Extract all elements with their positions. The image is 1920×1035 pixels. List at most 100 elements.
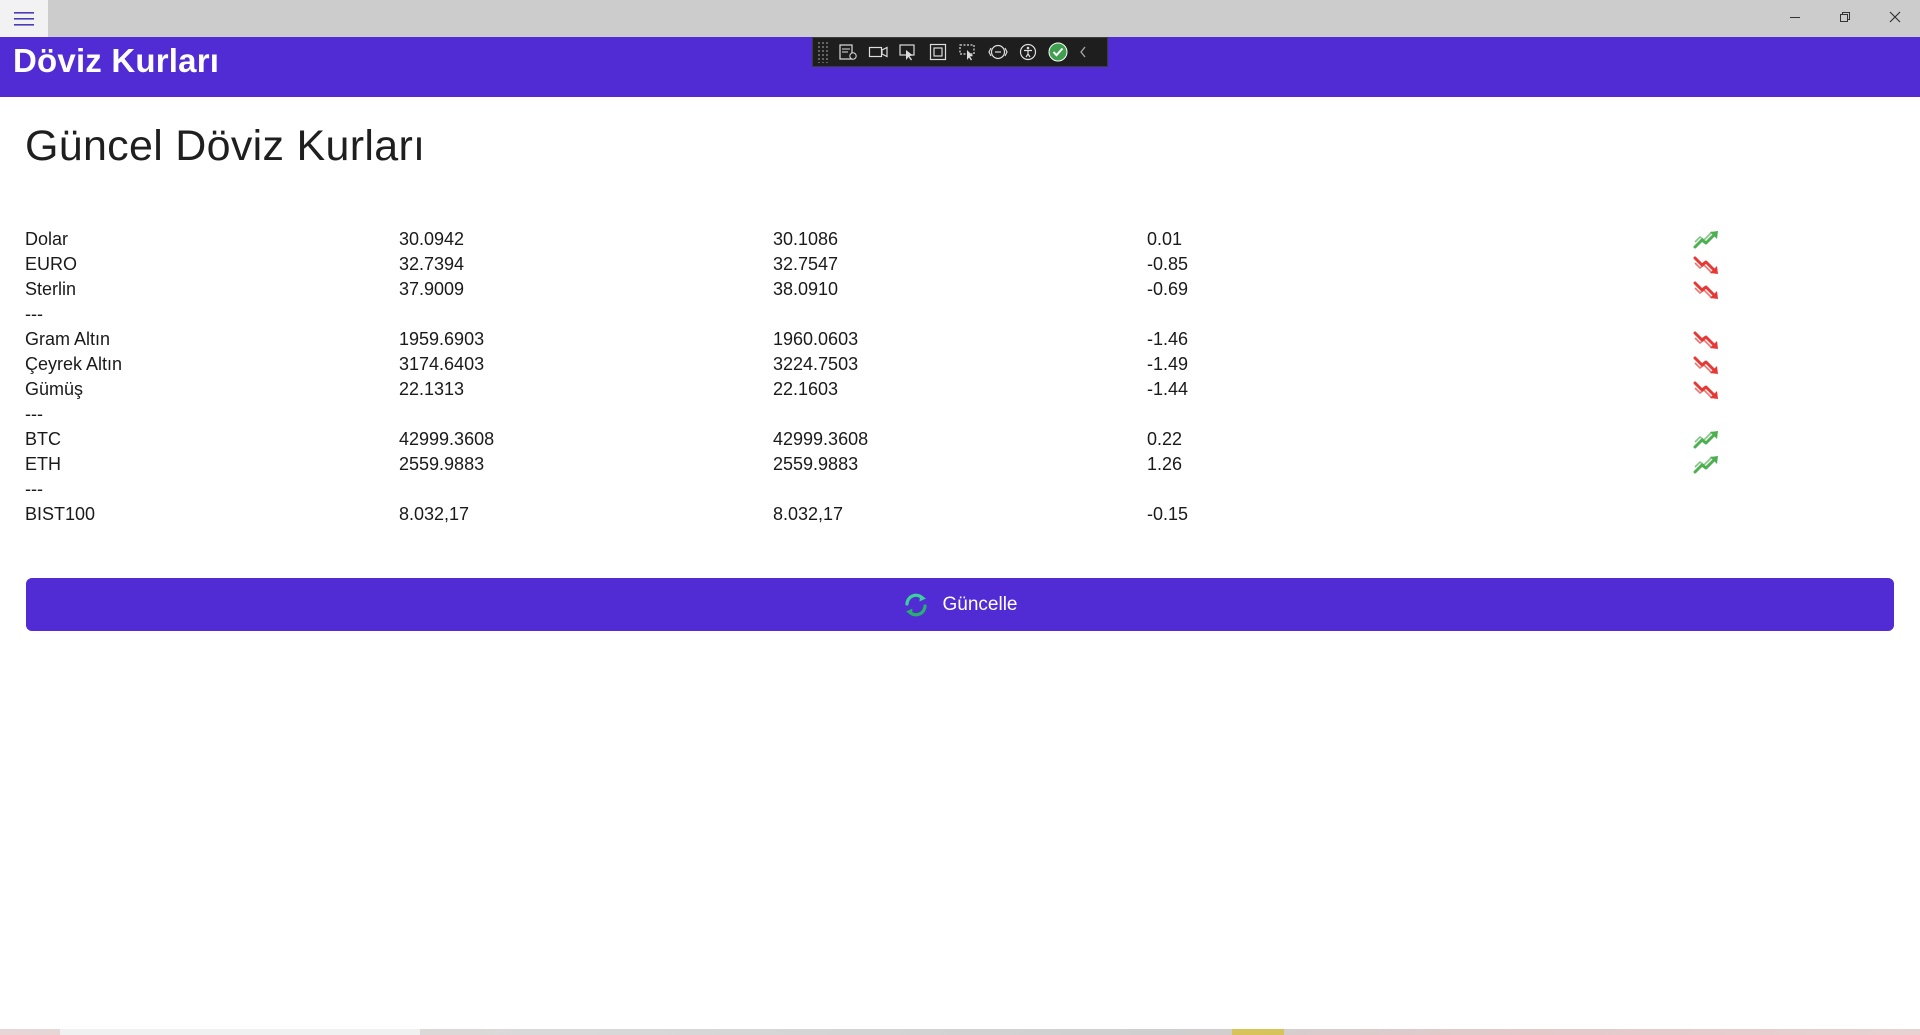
taskbar-segment	[60, 1029, 420, 1035]
rate-name: EURO	[25, 254, 78, 274]
rate-trend	[1693, 355, 1721, 375]
drag-grip-icon[interactable]	[817, 41, 829, 63]
rate-row: ETH 2559.9883 2559.9883 1.26	[25, 452, 1725, 477]
update-button-label: Güncelle	[942, 593, 1018, 615]
close-icon	[1889, 11, 1901, 22]
trend-down-icon	[1693, 356, 1718, 374]
debug-toolbar	[812, 37, 1108, 67]
display-layout-adorners-button[interactable]	[923, 39, 953, 65]
collapse-chevron-icon	[1080, 46, 1086, 58]
separator-row: ---	[25, 477, 1725, 502]
rate-buy: 42999.3608	[399, 429, 495, 449]
live-visual-tree-button[interactable]	[833, 39, 863, 65]
close-button[interactable]	[1870, 0, 1920, 33]
rate-change: -0.69	[1147, 279, 1189, 299]
rate-row: BIST100 8.032,17 8.032,17 -0.15	[25, 502, 1725, 527]
rate-trend	[1693, 505, 1721, 525]
trend-down-icon	[1693, 281, 1718, 299]
rate-row: EURO 32.7394 32.7547 -0.85	[25, 252, 1725, 277]
separator-text: ---	[25, 404, 43, 424]
trend-down-icon	[1693, 331, 1718, 349]
rate-row: Gümüş 22.1313 22.1603 -1.44	[25, 377, 1725, 402]
rate-buy: 2559.9883	[399, 454, 485, 474]
binding-failures-icon	[988, 44, 1008, 60]
display-layout-adorners-icon	[929, 43, 947, 61]
rates-table: Dolar 30.0942 30.1086 0.01 EURO 32.7394 32.754…	[25, 227, 1725, 527]
rate-buy: 3174.6403	[399, 354, 485, 374]
trend-down-icon	[1693, 381, 1718, 399]
track-focus-icon	[959, 44, 975, 61]
track-focus-button[interactable]	[953, 39, 983, 65]
update-button[interactable]: Güncelle	[26, 578, 1894, 631]
rate-trend	[1693, 255, 1721, 275]
binding-failures-button[interactable]	[983, 39, 1013, 65]
accessibility-checker-button[interactable]	[1013, 39, 1043, 65]
title-bar	[0, 0, 1920, 37]
rate-change: -0.85	[1147, 254, 1189, 274]
rate-buy: 22.1313	[399, 379, 465, 399]
rate-row: Dolar 30.0942 30.1086 0.01	[25, 227, 1725, 252]
rate-name: Çeyrek Altın	[25, 354, 123, 374]
trend-up-icon	[1693, 456, 1718, 474]
rate-change: -1.46	[1147, 329, 1189, 349]
checkmark-icon	[1048, 42, 1068, 62]
record-button[interactable]	[863, 39, 893, 65]
rate-buy: 32.7394	[399, 254, 465, 274]
rate-name: ETH	[25, 454, 61, 474]
taskbar-segment	[1232, 1029, 1284, 1035]
rate-sell: 38.0910	[773, 279, 839, 299]
rate-sell: 42999.3608	[773, 429, 869, 449]
rate-change: -1.49	[1147, 354, 1189, 374]
rate-change: 1.26	[1147, 454, 1183, 474]
rate-change: -0.15	[1147, 504, 1189, 524]
rate-trend	[1693, 280, 1721, 300]
rate-sell: 3224.7503	[773, 354, 859, 374]
rate-row: Sterlin 37.9009 38.0910 -0.69	[25, 277, 1725, 302]
rate-sell: 22.1603	[773, 379, 839, 399]
minimize-icon	[1790, 16, 1800, 18]
rate-buy: 8.032,17	[399, 504, 470, 524]
rate-row: Çeyrek Altın 3174.6403 3224.7503 -1.49	[25, 352, 1725, 377]
rate-trend	[1693, 380, 1721, 400]
refresh-icon	[904, 593, 927, 616]
rate-sell: 8.032,17	[773, 504, 844, 524]
rate-name: Dolar	[25, 229, 69, 249]
record-icon	[868, 46, 888, 58]
rate-sell: 1960.0603	[773, 329, 859, 349]
rate-trend	[1693, 230, 1721, 250]
select-element-button[interactable]	[893, 39, 923, 65]
rate-change: -1.44	[1147, 379, 1189, 399]
rate-buy: 37.9009	[399, 279, 465, 299]
minimize-button[interactable]	[1770, 0, 1820, 33]
rate-name: Gümüş	[25, 379, 84, 399]
separator-row: ---	[25, 402, 1725, 427]
rate-sell: 32.7547	[773, 254, 839, 274]
rate-change: 0.22	[1147, 429, 1183, 449]
select-element-icon	[899, 44, 915, 61]
rate-sell: 2559.9883	[773, 454, 859, 474]
app-title: Döviz Kurları	[13, 42, 220, 79]
status-ok-button[interactable]	[1043, 39, 1073, 65]
rate-name: Gram Altın	[25, 329, 111, 349]
hamburger-menu-button[interactable]	[0, 0, 48, 37]
collapse-toolbar-button[interactable]	[1073, 39, 1093, 65]
rate-buy: 1959.6903	[399, 329, 485, 349]
trend-down-icon	[1693, 256, 1718, 274]
hamburger-icon	[14, 11, 34, 26]
rate-row: BTC 42999.3608 42999.3608 0.22	[25, 427, 1725, 452]
rate-name: BIST100	[25, 504, 96, 524]
rate-buy: 30.0942	[399, 229, 465, 249]
rate-name: BTC	[25, 429, 61, 449]
live-visual-tree-icon	[839, 44, 857, 60]
accessibility-checker-icon	[1019, 43, 1037, 61]
rate-trend	[1693, 430, 1721, 450]
rate-row: Gram Altın 1959.6903 1960.0603 -1.46	[25, 327, 1725, 352]
trend-up-icon	[1693, 431, 1718, 449]
page-heading: Güncel Döviz Kurları	[25, 122, 426, 170]
restore-button[interactable]	[1820, 0, 1870, 33]
taskbar-edge	[0, 1029, 1920, 1035]
restore-icon	[1840, 11, 1850, 22]
trend-up-icon	[1693, 231, 1718, 249]
rate-change: 0.01	[1147, 229, 1183, 249]
separator-row: ---	[25, 302, 1725, 327]
